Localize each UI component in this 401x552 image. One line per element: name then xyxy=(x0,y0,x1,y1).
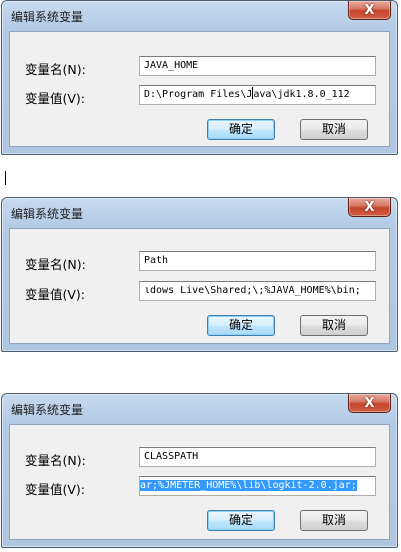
edit-variable-dialog-java-home: 编辑系统变量 X 变量名(N): JAVA_HOME 变量值(V): D:\Pr… xyxy=(1,0,398,155)
title-bar[interactable]: 编辑系统变量 X xyxy=(2,394,397,424)
ok-button[interactable]: 确定 xyxy=(207,119,275,140)
variable-value-label: 变量值(V): xyxy=(25,91,86,106)
close-button[interactable]: X xyxy=(348,394,391,413)
ok-button[interactable]: 确定 xyxy=(207,315,275,336)
cancel-button[interactable]: 取消 xyxy=(300,315,368,336)
variable-value-input[interactable]: ιdows Live\Shared;\;%JAVA_HOME%\bin; xyxy=(139,281,376,301)
stray-text-cursor xyxy=(5,171,6,185)
dialog-title: 编辑系统变量 xyxy=(11,10,84,24)
selected-value-text: ar;%JMETER_HOME%\lib\logkit-2.0.jar; xyxy=(140,480,357,491)
variable-value-label: 变量值(V): xyxy=(25,482,86,497)
dialog-body: 变量名(N): JAVA_HOME 变量值(V): D:\Program Fil… xyxy=(9,31,390,147)
variable-value-input[interactable]: D:\Program Files\Java\jdk1.8.0_112 xyxy=(139,85,376,105)
dialog-body: 变量名(N): Path 变量值(V): ιdows Live\Shared;\… xyxy=(9,228,390,344)
cancel-button[interactable]: 取消 xyxy=(300,119,368,140)
variable-name-input[interactable]: Path xyxy=(139,251,376,271)
title-bar[interactable]: 编辑系统变量 X xyxy=(2,1,397,31)
close-icon: X xyxy=(364,395,375,411)
variable-name-label: 变量名(N): xyxy=(25,453,86,468)
variable-value-label: 变量值(V): xyxy=(25,287,86,302)
variable-value-input[interactable]: ar;%JMETER_HOME%\lib\logkit-2.0.jar; xyxy=(139,476,376,496)
variable-name-input[interactable]: JAVA_HOME xyxy=(139,56,376,76)
title-bar[interactable]: 编辑系统变量 X xyxy=(2,198,397,228)
dialog-title: 编辑系统变量 xyxy=(11,403,84,417)
close-icon: X xyxy=(364,2,375,18)
close-button[interactable]: X xyxy=(348,1,391,20)
close-button[interactable]: X xyxy=(348,198,391,217)
close-icon: X xyxy=(364,199,375,215)
dialog-body: 变量名(N): CLASSPATH 变量值(V): ar;%JMETER_HOM… xyxy=(9,424,390,540)
value-text-after-caret: ava\jdk1.8.0_112 xyxy=(253,89,350,100)
ok-button[interactable]: 确定 xyxy=(207,510,275,531)
variable-name-label: 变量名(N): xyxy=(25,62,86,77)
variable-name-input[interactable]: CLASSPATH xyxy=(139,447,376,467)
edit-variable-dialog-classpath: 编辑系统变量 X 变量名(N): CLASSPATH 变量值(V): ar;%J… xyxy=(1,393,398,548)
variable-name-label: 变量名(N): xyxy=(25,257,86,272)
cancel-button[interactable]: 取消 xyxy=(300,510,368,531)
dialog-title: 编辑系统变量 xyxy=(11,207,84,221)
edit-variable-dialog-path: 编辑系统变量 X 变量名(N): Path 变量值(V): ιdows Live… xyxy=(1,197,398,352)
value-text-before-caret: D:\Program Files\J xyxy=(144,89,253,100)
